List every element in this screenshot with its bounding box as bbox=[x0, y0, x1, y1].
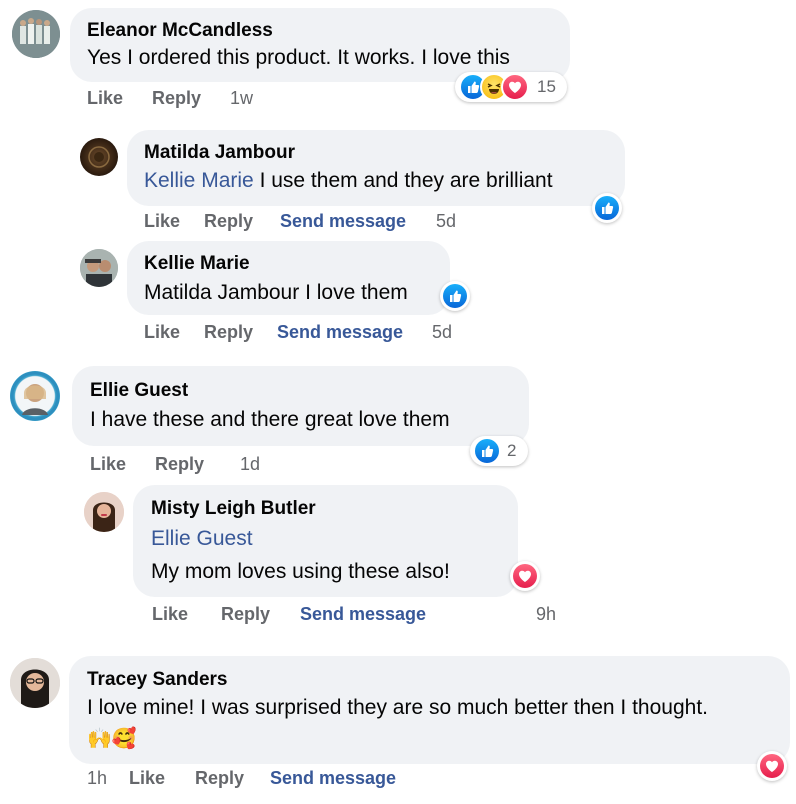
comment-text: Matilda Jambour I love them bbox=[144, 281, 408, 304]
comment-author[interactable]: Tracey Sanders bbox=[87, 669, 227, 691]
comment-time[interactable]: 1h bbox=[87, 768, 107, 789]
reply-button[interactable]: Reply bbox=[204, 322, 253, 343]
reply-button[interactable]: Reply bbox=[155, 454, 204, 475]
comment-actions: Like Reply Send message 5d bbox=[144, 211, 484, 233]
comment-actions: Like Reply 1w bbox=[87, 88, 387, 110]
comment-actions: Like Reply 1d bbox=[90, 454, 390, 476]
comment-text: Yes I ordered this product. It works. I … bbox=[87, 46, 510, 69]
emoji-text: 🙌🥰 bbox=[87, 726, 137, 750]
avatar[interactable] bbox=[84, 492, 124, 532]
comment-text: I love mine! I was surprised they are so… bbox=[87, 696, 708, 719]
comment-author[interactable]: Kellie Marie bbox=[144, 253, 250, 275]
reply-button[interactable]: Reply bbox=[152, 88, 201, 109]
comment-author[interactable]: Misty Leigh Butler bbox=[151, 498, 316, 520]
comment-bubble bbox=[72, 366, 529, 446]
like-button[interactable]: Like bbox=[87, 88, 123, 109]
comment-text: My mom loves using these also! bbox=[151, 560, 450, 583]
send-message-button[interactable]: Send message bbox=[270, 768, 396, 789]
mention-link[interactable]: Ellie Guest bbox=[151, 527, 253, 551]
comment-author[interactable]: Matilda Jambour bbox=[144, 142, 295, 164]
round-pattern-icon bbox=[88, 146, 110, 168]
portrait-icon bbox=[10, 658, 60, 708]
comment-time[interactable]: 5d bbox=[436, 211, 456, 232]
reaction-summary[interactable] bbox=[592, 193, 622, 223]
reaction-summary[interactable]: 15 bbox=[455, 72, 567, 102]
like-icon bbox=[473, 437, 501, 465]
couple-photo-icon bbox=[80, 249, 118, 287]
like-button[interactable]: Like bbox=[144, 211, 180, 232]
group-photo-icon bbox=[12, 10, 60, 58]
comment-actions: Like Reply Send message 5d bbox=[144, 322, 484, 344]
send-message-button[interactable]: Send message bbox=[280, 211, 406, 232]
comment-author[interactable]: Eleanor McCandless bbox=[87, 20, 273, 42]
avatar[interactable] bbox=[80, 138, 118, 176]
reaction-summary[interactable] bbox=[440, 281, 470, 311]
love-icon bbox=[501, 73, 529, 101]
like-button[interactable]: Like bbox=[90, 454, 126, 475]
like-button[interactable]: Like bbox=[152, 604, 188, 625]
reaction-count: 15 bbox=[537, 77, 556, 96]
send-message-button[interactable]: Send message bbox=[277, 322, 403, 343]
comment-time[interactable]: 1d bbox=[240, 454, 260, 475]
reaction-summary[interactable]: 2 bbox=[470, 436, 528, 466]
reply-button[interactable]: Reply bbox=[221, 604, 270, 625]
comment-actions: Like Reply Send message 9h bbox=[152, 604, 572, 626]
reply-button[interactable]: Reply bbox=[204, 211, 253, 232]
portrait-icon bbox=[10, 371, 60, 421]
reaction-summary[interactable] bbox=[757, 751, 787, 781]
comment-actions: 1h Like Reply Send message bbox=[87, 768, 447, 790]
comment-time[interactable]: 1w bbox=[230, 88, 253, 109]
like-icon bbox=[595, 196, 619, 220]
comment-author[interactable]: Ellie Guest bbox=[90, 380, 188, 402]
love-icon bbox=[513, 564, 537, 588]
avatar[interactable] bbox=[80, 249, 118, 287]
reaction-count: 2 bbox=[507, 441, 517, 460]
love-icon bbox=[760, 754, 784, 778]
like-button[interactable]: Like bbox=[144, 322, 180, 343]
avatar[interactable] bbox=[12, 10, 60, 58]
mention-link[interactable]: Kellie Marie bbox=[144, 169, 254, 192]
send-message-button[interactable]: Send message bbox=[300, 604, 426, 625]
reply-button[interactable]: Reply bbox=[195, 768, 244, 789]
comment-time[interactable]: 9h bbox=[536, 604, 556, 625]
comment-text: I have these and there great love them bbox=[90, 408, 450, 431]
reaction-summary[interactable] bbox=[510, 561, 540, 591]
portrait-icon bbox=[84, 492, 124, 532]
avatar[interactable] bbox=[10, 371, 60, 421]
avatar[interactable] bbox=[10, 658, 60, 708]
comment-text: Kellie Marie I use them and they are bri… bbox=[144, 169, 553, 193]
comment-text-body: I use them and they are brilliant bbox=[259, 169, 553, 192]
comment-time[interactable]: 5d bbox=[432, 322, 452, 343]
like-button[interactable]: Like bbox=[129, 768, 165, 789]
like-icon bbox=[443, 284, 467, 308]
